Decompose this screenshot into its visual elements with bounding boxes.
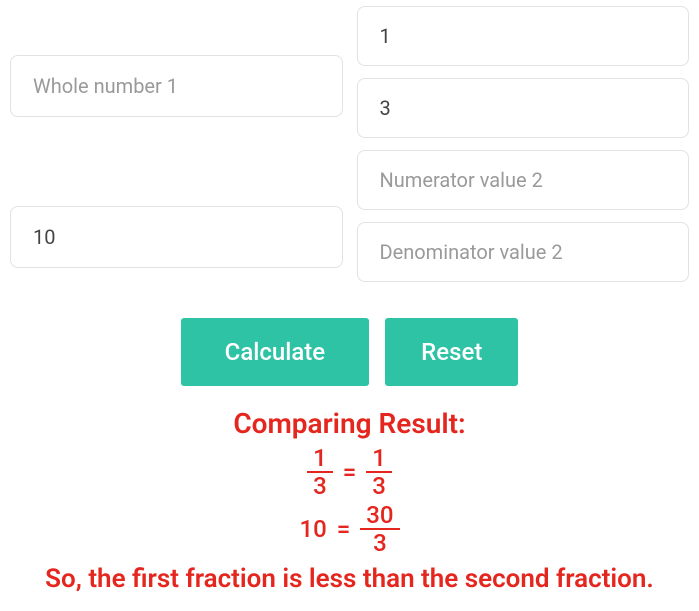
reset-button[interactable]: Reset	[385, 318, 518, 386]
result-line-1: 1 3 = 1 3	[0, 445, 699, 500]
result-title: Comparing Result:	[0, 406, 699, 441]
equals-sign: =	[337, 514, 351, 544]
fraction-numerator: 1	[307, 445, 333, 471]
fraction-denominator: 3	[367, 530, 393, 556]
numerator-2-input[interactable]	[357, 150, 690, 210]
denominator-1-input[interactable]	[357, 78, 690, 138]
fraction-numerator: 30	[360, 502, 399, 528]
whole-number-2-input[interactable]	[10, 206, 343, 268]
denominator-2-input[interactable]	[357, 222, 690, 282]
result-panel: Comparing Result: 1 3 = 1 3 10 = 30 3 So…	[0, 406, 699, 595]
button-row: Calculate Reset	[0, 318, 699, 386]
equals-sign: =	[343, 457, 357, 487]
fraction-numerator: 1	[366, 445, 392, 471]
fraction-right-2: 30 3	[360, 502, 399, 557]
fraction-denominator: 3	[366, 473, 392, 499]
numerator-1-input[interactable]	[357, 6, 690, 66]
result-line-2: 10 = 30 3	[0, 502, 699, 557]
whole-number-1-input[interactable]	[10, 55, 343, 117]
fraction-left-1: 1 3	[307, 445, 333, 500]
right-column	[357, 6, 690, 282]
input-grid	[0, 0, 699, 282]
fraction-right-1: 1 3	[366, 445, 392, 500]
calculate-button[interactable]: Calculate	[181, 318, 370, 386]
fraction-denominator: 3	[307, 473, 333, 499]
whole-value: 10	[299, 514, 326, 544]
left-column	[10, 6, 343, 282]
result-conclusion: So, the first fraction is less than the …	[0, 563, 699, 596]
